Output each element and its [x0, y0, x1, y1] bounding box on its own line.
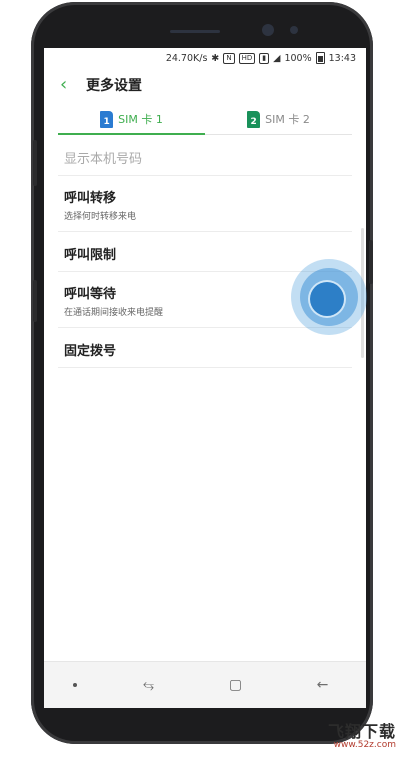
app-bar: ‹ 更多设置	[44, 70, 366, 100]
setting-call-forwarding[interactable]: 呼叫转移 选择何时转移来电	[58, 176, 352, 232]
tab-sim-2[interactable]: 2 SIM 卡 2	[205, 104, 352, 134]
sim-card-icon: 1	[100, 110, 114, 128]
bluetooth-icon: ✱	[211, 52, 220, 64]
tab-label: SIM 卡 1	[118, 113, 163, 126]
setting-title: 呼叫转移	[64, 191, 117, 206]
left-side-button	[33, 140, 37, 186]
setting-title: 显示本机号码	[64, 152, 143, 167]
signal-icon: ◢	[273, 52, 281, 64]
network-speed: 24.70K/s	[165, 52, 208, 64]
call-waiting-toggle[interactable]	[310, 282, 344, 316]
sensor	[290, 26, 298, 34]
watermark-text: 飞翔下载	[327, 722, 396, 741]
status-bar: 24.70K/s ✱ N HD ▮ ◢ 100% 13:43	[44, 48, 366, 68]
sim-number: 2	[250, 116, 257, 127]
hd-badge: HD	[238, 52, 256, 64]
home-icon[interactable]: ▢	[221, 677, 251, 693]
front-camera	[262, 24, 274, 36]
nfc-icon: N	[223, 52, 235, 64]
earpiece	[170, 30, 220, 33]
right-side-button	[369, 240, 373, 284]
clock: 13:43	[328, 52, 356, 64]
left-side-button-2	[33, 280, 37, 322]
sim-card-icon: 2	[247, 110, 261, 128]
back-icon[interactable]: ←	[308, 677, 338, 693]
volte-icon: ▮	[259, 52, 270, 64]
sim-number: 1	[103, 116, 110, 127]
battery-icon	[315, 52, 325, 64]
setting-title: 固定拨号	[64, 344, 117, 359]
tab-sim-1[interactable]: 1 SIM 卡 1	[58, 104, 205, 135]
setting-show-number: 显示本机号码	[58, 140, 352, 176]
setting-subtitle: 选择何时转移来电	[64, 212, 137, 222]
screen: 24.70K/s ✱ N HD ▮ ◢ 100% 13:43 ‹ 更多设置 1 …	[44, 48, 366, 708]
setting-fixed-dialing[interactable]: 固定拨号	[58, 328, 352, 368]
nav-dot-icon[interactable]	[72, 683, 77, 687]
setting-title: 呼叫限制	[64, 248, 117, 263]
back-arrow-icon[interactable]: ‹	[60, 76, 74, 94]
watermark: 飞翔下载 www.52z.com	[306, 718, 396, 750]
tab-label: SIM 卡 2	[265, 113, 310, 126]
watermark-url: www.52z.com	[333, 740, 396, 750]
page-title: 更多设置	[86, 78, 142, 94]
recent-apps-icon[interactable]: ⥃	[134, 677, 164, 693]
sim-tabs: 1 SIM 卡 1 2 SIM 卡 2	[58, 104, 352, 135]
navigation-bar: ⥃ ▢ ←	[44, 661, 366, 708]
battery-percent: 100%	[284, 52, 312, 64]
